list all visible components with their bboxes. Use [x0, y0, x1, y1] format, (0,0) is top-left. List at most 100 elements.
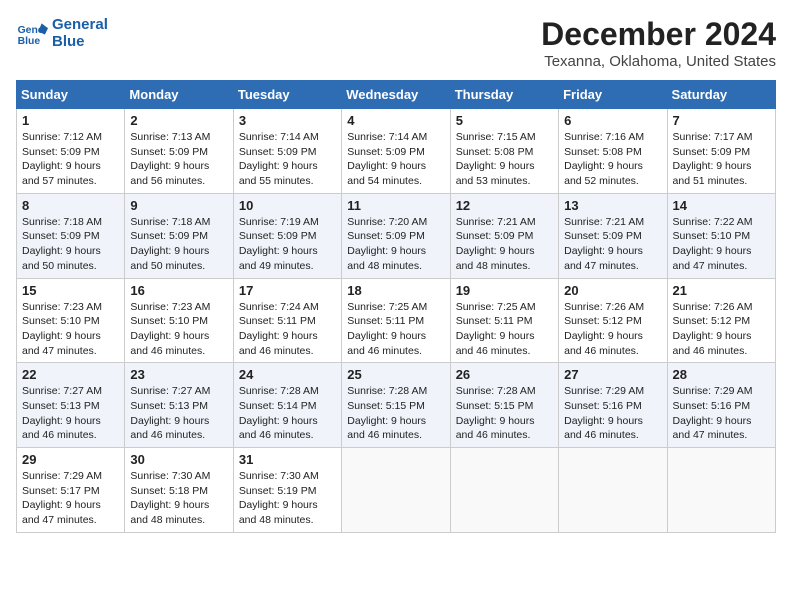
day-number: 30 [130, 452, 227, 467]
day-info: Sunrise: 7:28 AMSunset: 5:14 PMDaylight:… [239, 384, 336, 443]
calendar-cell [667, 448, 775, 533]
day-info: Sunrise: 7:26 AMSunset: 5:12 PMDaylight:… [673, 300, 770, 359]
day-info: Sunrise: 7:21 AMSunset: 5:09 PMDaylight:… [564, 215, 661, 274]
day-info: Sunrise: 7:29 AMSunset: 5:17 PMDaylight:… [22, 469, 119, 528]
weekday-header-tuesday: Tuesday [233, 81, 341, 109]
logo-icon: General Blue [16, 17, 48, 49]
day-number: 9 [130, 198, 227, 213]
calendar-cell: 11Sunrise: 7:20 AMSunset: 5:09 PMDayligh… [342, 193, 450, 278]
calendar-header-row: SundayMondayTuesdayWednesdayThursdayFrid… [17, 81, 776, 109]
calendar-cell: 24Sunrise: 7:28 AMSunset: 5:14 PMDayligh… [233, 363, 341, 448]
calendar-cell: 26Sunrise: 7:28 AMSunset: 5:15 PMDayligh… [450, 363, 558, 448]
day-number: 19 [456, 283, 553, 298]
weekday-header-monday: Monday [125, 81, 233, 109]
day-info: Sunrise: 7:14 AMSunset: 5:09 PMDaylight:… [347, 130, 444, 189]
calendar-week-2: 8 Sunrise: 7:18 AMSunset: 5:09 PMDaylight… [17, 193, 776, 278]
day-number: 27 [564, 367, 661, 382]
day-number: 31 [239, 452, 336, 467]
day-info: Sunrise: 7:16 AMSunset: 5:08 PMDaylight:… [564, 130, 661, 189]
calendar-cell: 17 Sunrise: 7:24 AMSunset: 5:11 PMDayligh… [233, 278, 341, 363]
logo: General Blue General Blue [16, 16, 108, 50]
day-info: Sunrise: 7:26 AMSunset: 5:12 PMDaylight:… [564, 300, 661, 359]
day-number: 23 [130, 367, 227, 382]
day-info: Sunrise: 7:23 AMSunset: 5:10 PMDaylight:… [22, 300, 119, 359]
day-number: 12 [456, 198, 553, 213]
weekday-header-wednesday: Wednesday [342, 81, 450, 109]
calendar-week-5: 29 Sunrise: 7:29 AMSunset: 5:17 PMDayligh… [17, 448, 776, 533]
calendar-cell: 25 Sunrise: 7:28 AMSunset: 5:15 PMDayligh… [342, 363, 450, 448]
calendar-cell: 7Sunrise: 7:17 AMSunset: 5:09 PMDaylight… [667, 109, 775, 194]
day-number: 22 [22, 367, 119, 382]
calendar-body: 1 Sunrise: 7:12 AMSunset: 5:09 PMDaylight… [17, 109, 776, 533]
header: General Blue General Blue December 2024 … [16, 16, 776, 70]
calendar-cell: 21 Sunrise: 7:26 AMSunset: 5:12 PMDayligh… [667, 278, 775, 363]
calendar-cell: 3 Sunrise: 7:14 AMSunset: 5:09 PMDaylight… [233, 109, 341, 194]
calendar-cell [342, 448, 450, 533]
calendar-cell: 15 Sunrise: 7:23 AMSunset: 5:10 PMDayligh… [17, 278, 125, 363]
day-number: 8 [22, 198, 119, 213]
calendar-cell: 16Sunrise: 7:23 AMSunset: 5:10 PMDayligh… [125, 278, 233, 363]
day-info: Sunrise: 7:30 AMSunset: 5:19 PMDaylight:… [239, 469, 336, 528]
logo-line2: Blue [52, 33, 108, 50]
calendar-cell: 29 Sunrise: 7:29 AMSunset: 5:17 PMDayligh… [17, 448, 125, 533]
calendar-cell: 30 Sunrise: 7:30 AMSunset: 5:18 PMDayligh… [125, 448, 233, 533]
calendar-cell: 5 Sunrise: 7:15 AMSunset: 5:08 PMDaylight… [450, 109, 558, 194]
day-number: 13 [564, 198, 661, 213]
day-number: 25 [347, 367, 444, 382]
calendar-cell: 13 Sunrise: 7:21 AMSunset: 5:09 PMDayligh… [559, 193, 667, 278]
day-number: 18 [347, 283, 444, 298]
day-info: Sunrise: 7:30 AMSunset: 5:18 PMDaylight:… [130, 469, 227, 528]
day-number: 7 [673, 113, 770, 128]
day-info: Sunrise: 7:23 AMSunset: 5:10 PMDaylight:… [130, 300, 227, 359]
day-number: 3 [239, 113, 336, 128]
day-number: 15 [22, 283, 119, 298]
logo-line1: General [52, 16, 108, 33]
day-info: Sunrise: 7:15 AMSunset: 5:08 PMDaylight:… [456, 130, 553, 189]
day-number: 17 [239, 283, 336, 298]
day-number: 10 [239, 198, 336, 213]
day-info: Sunrise: 7:24 AMSunset: 5:11 PMDaylight:… [239, 300, 336, 359]
calendar-cell: 20 Sunrise: 7:26 AMSunset: 5:12 PMDayligh… [559, 278, 667, 363]
page-subtitle: Texanna, Oklahoma, United States [541, 53, 776, 70]
calendar-week-4: 22 Sunrise: 7:27 AMSunset: 5:13 PMDayligh… [17, 363, 776, 448]
day-info: Sunrise: 7:13 AMSunset: 5:09 PMDaylight:… [130, 130, 227, 189]
day-info: Sunrise: 7:18 AMSunset: 5:09 PMDaylight:… [22, 215, 119, 274]
calendar-cell: 14Sunrise: 7:22 AMSunset: 5:10 PMDayligh… [667, 193, 775, 278]
day-number: 11 [347, 198, 444, 213]
title-area: December 2024 Texanna, Oklahoma, United … [541, 16, 776, 70]
calendar-cell: 19Sunrise: 7:25 AMSunset: 5:11 PMDayligh… [450, 278, 558, 363]
calendar-cell: 8 Sunrise: 7:18 AMSunset: 5:09 PMDaylight… [17, 193, 125, 278]
weekday-header-friday: Friday [559, 81, 667, 109]
day-info: Sunrise: 7:28 AMSunset: 5:15 PMDaylight:… [347, 384, 444, 443]
calendar-cell: 23 Sunrise: 7:27 AMSunset: 5:13 PMDayligh… [125, 363, 233, 448]
calendar-cell: 27 Sunrise: 7:29 AMSunset: 5:16 PMDayligh… [559, 363, 667, 448]
day-number: 2 [130, 113, 227, 128]
day-number: 21 [673, 283, 770, 298]
day-number: 29 [22, 452, 119, 467]
calendar-cell: 1 Sunrise: 7:12 AMSunset: 5:09 PMDaylight… [17, 109, 125, 194]
svg-text:Blue: Blue [18, 36, 41, 47]
calendar-cell: 4Sunrise: 7:14 AMSunset: 5:09 PMDaylight… [342, 109, 450, 194]
day-info: Sunrise: 7:19 AMSunset: 5:09 PMDaylight:… [239, 215, 336, 274]
day-info: Sunrise: 7:12 AMSunset: 5:09 PMDaylight:… [22, 130, 119, 189]
page-title: December 2024 [541, 16, 776, 53]
day-info: Sunrise: 7:27 AMSunset: 5:13 PMDaylight:… [22, 384, 119, 443]
calendar-cell: 6 Sunrise: 7:16 AMSunset: 5:08 PMDaylight… [559, 109, 667, 194]
day-number: 5 [456, 113, 553, 128]
calendar-cell [450, 448, 558, 533]
day-info: Sunrise: 7:21 AMSunset: 5:09 PMDaylight:… [456, 215, 553, 274]
day-number: 6 [564, 113, 661, 128]
day-info: Sunrise: 7:27 AMSunset: 5:13 PMDaylight:… [130, 384, 227, 443]
weekday-header-saturday: Saturday [667, 81, 775, 109]
calendar-cell: 2 Sunrise: 7:13 AMSunset: 5:09 PMDaylight… [125, 109, 233, 194]
day-info: Sunrise: 7:22 AMSunset: 5:10 PMDaylight:… [673, 215, 770, 274]
calendar-cell: 12 Sunrise: 7:21 AMSunset: 5:09 PMDayligh… [450, 193, 558, 278]
day-number: 1 [22, 113, 119, 128]
calendar-week-1: 1 Sunrise: 7:12 AMSunset: 5:09 PMDaylight… [17, 109, 776, 194]
calendar-cell: 31 Sunrise: 7:30 AMSunset: 5:19 PMDayligh… [233, 448, 341, 533]
day-number: 20 [564, 283, 661, 298]
calendar-cell [559, 448, 667, 533]
day-info: Sunrise: 7:14 AMSunset: 5:09 PMDaylight:… [239, 130, 336, 189]
day-info: Sunrise: 7:29 AMSunset: 5:16 PMDaylight:… [564, 384, 661, 443]
calendar-cell: 10 Sunrise: 7:19 AMSunset: 5:09 PMDayligh… [233, 193, 341, 278]
